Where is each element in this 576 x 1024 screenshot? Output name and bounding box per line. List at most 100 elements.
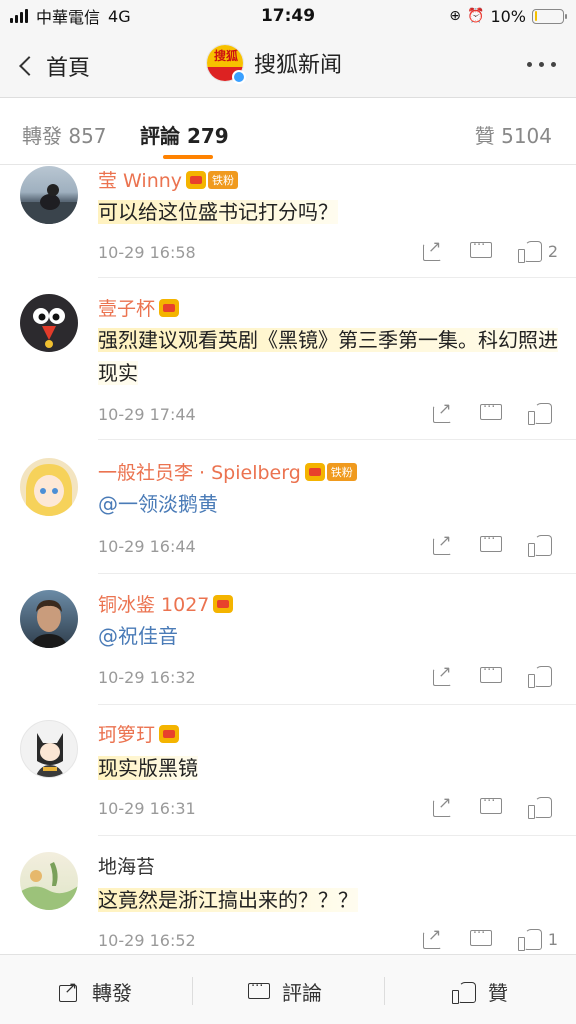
avatar[interactable] bbox=[20, 294, 78, 352]
account-avatar: 搜狐 bbox=[206, 44, 246, 84]
tab-bar: 轉發 857 評論 279 贊 5104 bbox=[0, 99, 576, 165]
comment-username[interactable]: 莹 Winny 铁粉 bbox=[98, 166, 239, 193]
vip-crown-icon bbox=[304, 462, 325, 481]
vip-crown-icon bbox=[186, 170, 207, 189]
avatar[interactable] bbox=[20, 720, 78, 778]
back-button[interactable]: 首頁 bbox=[16, 50, 90, 82]
status-bar: 中華電信 4G 17:49 ⊕ ⏰ 10% bbox=[0, 0, 576, 32]
comment-username[interactable]: 珂箩玎 bbox=[98, 720, 180, 747]
comment-time: 10-29 16:31 bbox=[98, 799, 196, 818]
comment-actions bbox=[432, 662, 558, 688]
more-options-icon[interactable] bbox=[527, 62, 556, 67]
comment-text: @一领淡鹅黄 bbox=[98, 488, 558, 521]
nav-bar: 首頁 搜狐 搜狐新闻 bbox=[0, 32, 576, 98]
mention-link[interactable]: @一领淡鹅黄 bbox=[98, 492, 218, 516]
avatar[interactable] bbox=[20, 458, 78, 516]
tab-repost[interactable]: 轉發 857 bbox=[22, 120, 107, 149]
share-icon bbox=[432, 531, 454, 555]
like-button[interactable] bbox=[528, 665, 558, 688]
tab-comment[interactable]: 評論 279 bbox=[140, 120, 229, 149]
like-button[interactable]: 2 bbox=[517, 240, 558, 263]
comment-actions: 2 bbox=[422, 237, 558, 263]
status-right: ⊕ ⏰ 10% bbox=[449, 6, 567, 26]
logo-text: 搜狐 bbox=[207, 45, 243, 67]
bottom-action-bar: 轉發 評論 贊 bbox=[0, 954, 576, 1024]
share-button[interactable] bbox=[432, 531, 454, 555]
reply-button[interactable] bbox=[480, 794, 502, 817]
comment-text: 可以给这位盛书记打分吗？ bbox=[98, 200, 338, 224]
share-icon bbox=[58, 978, 80, 1002]
page-title: 搜狐新闻 bbox=[254, 53, 343, 78]
comment-icon bbox=[480, 663, 502, 686]
share-button[interactable] bbox=[432, 793, 454, 817]
comment-icon bbox=[480, 794, 502, 817]
reply-button[interactable] bbox=[480, 663, 502, 686]
thumbs-up-icon bbox=[528, 665, 552, 688]
share-button[interactable] bbox=[432, 399, 454, 423]
like-button[interactable]: 1 bbox=[517, 928, 558, 951]
share-icon bbox=[432, 662, 454, 686]
like-button[interactable] bbox=[528, 796, 558, 819]
reply-button[interactable] bbox=[480, 400, 502, 423]
share-button[interactable] bbox=[432, 662, 454, 686]
avatar[interactable] bbox=[20, 852, 78, 910]
reply-button[interactable] bbox=[469, 926, 492, 949]
comment-time: 10-29 16:58 bbox=[98, 243, 196, 262]
active-tab-indicator bbox=[163, 155, 213, 159]
reply-button[interactable] bbox=[469, 238, 492, 261]
divider bbox=[98, 439, 576, 440]
like-button[interactable]: 贊 bbox=[452, 977, 508, 1006]
comment-username[interactable]: 一般社员李 · Spielberg 铁粉 bbox=[98, 458, 357, 485]
comment-text: @祝佳音 bbox=[98, 620, 558, 653]
divider bbox=[192, 977, 193, 1005]
thumbs-up-icon bbox=[452, 981, 476, 1004]
comment-label: 評論 bbox=[282, 981, 322, 1005]
like-button[interactable] bbox=[528, 534, 558, 557]
comment-username[interactable]: 铜冰鉴 1027 bbox=[98, 590, 234, 617]
alarm-icon: ⏰ bbox=[467, 8, 485, 24]
tab-like[interactable]: 贊 5104 bbox=[475, 120, 552, 149]
vip-crown-icon bbox=[159, 724, 180, 743]
comment-username[interactable]: 地海苔 bbox=[98, 852, 155, 879]
comment-actions bbox=[432, 399, 558, 425]
share-button[interactable] bbox=[422, 925, 444, 949]
comment-icon bbox=[480, 400, 502, 423]
avatar[interactable] bbox=[20, 590, 78, 648]
comment-actions bbox=[432, 793, 558, 819]
comment-icon bbox=[480, 532, 502, 555]
like-count: 2 bbox=[547, 241, 558, 261]
battery-icon bbox=[532, 8, 567, 24]
like-count: 1 bbox=[547, 929, 558, 949]
thumbs-up-icon bbox=[528, 402, 552, 425]
comment-actions: 1 bbox=[422, 925, 558, 951]
reply-button[interactable] bbox=[480, 532, 502, 555]
share-icon bbox=[432, 399, 454, 423]
lock-rotation-icon: ⊕ bbox=[449, 8, 461, 24]
comment-list: 莹 Winny 铁粉 可以给这位盛书记打分吗？ 10-29 16:58 2 壹子… bbox=[0, 166, 576, 954]
comment-username[interactable]: 壹子杯 bbox=[98, 294, 180, 321]
comment-item: 铜冰鉴 1027 @祝佳音 10-29 16:32 bbox=[0, 590, 576, 708]
comment-icon bbox=[248, 979, 270, 1002]
comment-button[interactable]: 評論 bbox=[248, 977, 322, 1006]
nav-account[interactable]: 搜狐 搜狐新闻 bbox=[206, 44, 343, 84]
divider bbox=[98, 573, 576, 574]
repost-button[interactable]: 轉發 bbox=[58, 977, 132, 1006]
divider bbox=[384, 977, 385, 1005]
like-label: 贊 bbox=[488, 981, 508, 1005]
avatar[interactable] bbox=[20, 166, 78, 224]
like-button[interactable] bbox=[528, 402, 558, 425]
comment-item: 地海苔 这竟然是浙江搞出来的？？？ 10-29 16:52 1 bbox=[0, 852, 576, 952]
comment-text: 现实版黑镜 bbox=[98, 756, 198, 780]
share-button[interactable] bbox=[422, 237, 444, 261]
vip-crown-icon bbox=[159, 298, 180, 317]
share-icon bbox=[432, 793, 454, 817]
repost-label: 轉發 bbox=[92, 981, 132, 1005]
thumbs-up-icon bbox=[528, 534, 552, 557]
battery-level bbox=[534, 11, 538, 21]
divider bbox=[98, 277, 576, 278]
comment-actions bbox=[432, 531, 558, 557]
mention-link[interactable]: @祝佳音 bbox=[98, 624, 178, 648]
thumbs-up-icon bbox=[517, 240, 542, 263]
chevron-left-icon bbox=[19, 56, 39, 76]
battery-percent: 10% bbox=[490, 6, 526, 26]
